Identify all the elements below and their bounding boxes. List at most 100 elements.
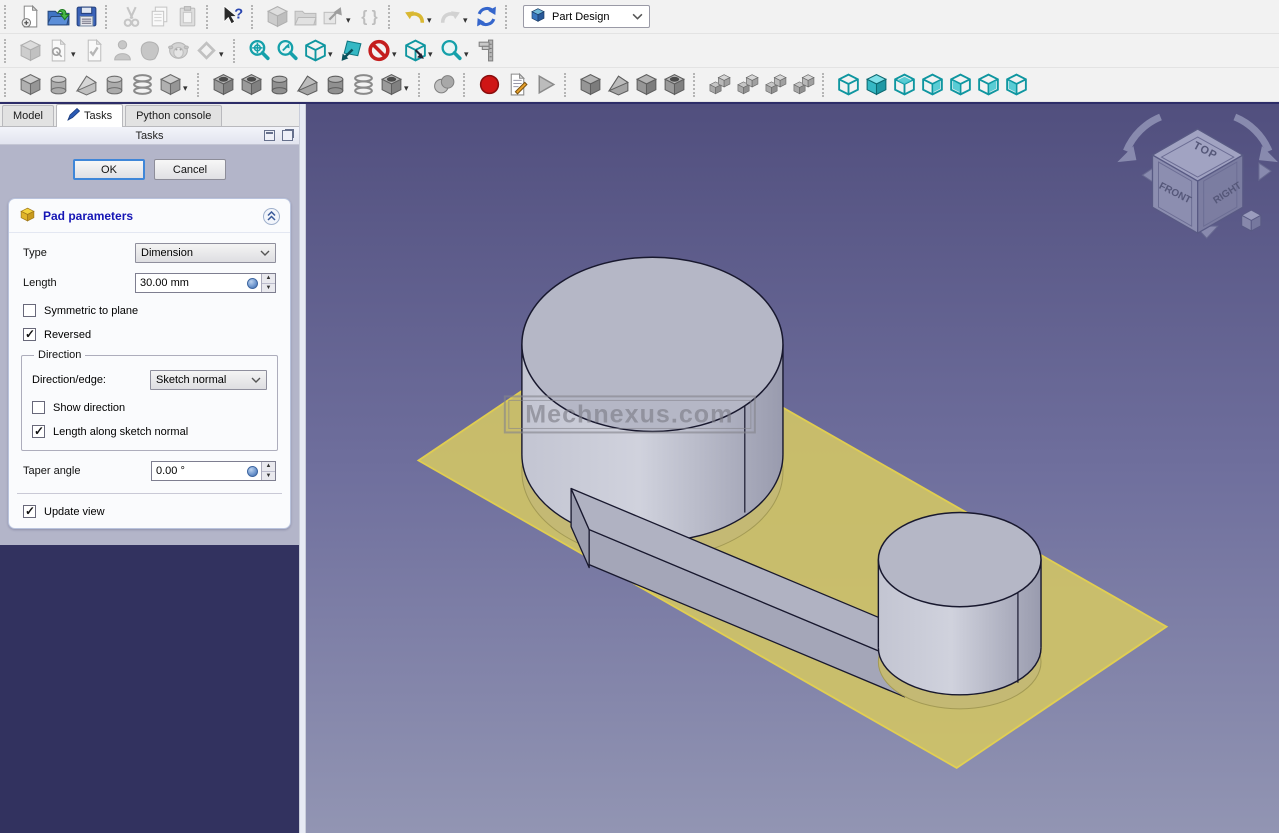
spin-up-icon[interactable]: ▲ [262, 274, 275, 284]
additive-helix-button[interactable] [128, 71, 156, 99]
create-sketch-dropdown-arrow-icon[interactable]: ▾ [71, 49, 80, 60]
toolbar-grip[interactable] [463, 72, 468, 97]
toolbar-grip[interactable] [105, 4, 110, 29]
workbench-selector[interactable]: Part Design [523, 5, 650, 28]
open-file-button[interactable] [44, 3, 72, 31]
toolbar-grip[interactable] [251, 4, 256, 29]
chamfer-button[interactable] [604, 71, 632, 99]
cancel-button[interactable]: Cancel [154, 159, 226, 180]
pocket-button[interactable] [209, 71, 237, 99]
reversed-checkbox[interactable]: Reversed [23, 327, 276, 341]
subtractive-loft-button[interactable] [293, 71, 321, 99]
expression-editor-icon[interactable] [247, 278, 258, 289]
toolbar-grip[interactable] [233, 38, 238, 63]
clipping-plane-button[interactable] [365, 37, 393, 65]
additive-primitive-button[interactable] [156, 71, 184, 99]
toolbar-grip[interactable] [693, 72, 698, 97]
taper-angle-input[interactable]: 0.00 ° ▲ ▼ [151, 461, 276, 481]
dock-panel-icon[interactable] [264, 130, 275, 141]
boolean-operation-button[interactable] [430, 71, 458, 99]
additive-loft-button[interactable] [72, 71, 100, 99]
spin-down-icon[interactable]: ▼ [262, 471, 275, 480]
additive-primitive-dropdown-arrow-icon[interactable]: ▾ [183, 83, 192, 94]
toolbar-grip[interactable] [564, 72, 569, 97]
mirrored-pattern-button[interactable] [733, 71, 761, 99]
spin-up-icon[interactable]: ▲ [262, 462, 275, 472]
redo-dropdown-arrow-icon[interactable]: ▾ [463, 15, 472, 26]
subtractive-helix-button[interactable] [349, 71, 377, 99]
length-along-normal-checkbox[interactable]: Length along sketch normal [32, 424, 255, 438]
tab-model[interactable]: Model [2, 105, 54, 126]
axonometric-view-button[interactable] [301, 37, 329, 65]
save-file-button[interactable] [72, 3, 100, 31]
toolbar-grip[interactable] [206, 4, 211, 29]
toolbar-grip[interactable] [822, 72, 827, 97]
execute-macro-button[interactable] [531, 71, 559, 99]
view-rotate-button[interactable] [401, 37, 429, 65]
toolbar-grip[interactable] [418, 72, 423, 97]
align-to-selection-button[interactable] [337, 37, 365, 65]
view-top-button[interactable] [890, 71, 918, 99]
view-rotate-dropdown-arrow-icon[interactable]: ▾ [428, 49, 437, 60]
fit-all-button[interactable] [245, 37, 273, 65]
view-left-button[interactable] [1002, 71, 1030, 99]
subtractive-primitive-button[interactable] [377, 71, 405, 99]
toolbar-grip[interactable] [4, 72, 9, 97]
direction-edge-select[interactable]: Sketch normal [150, 370, 267, 390]
float-panel-icon[interactable] [282, 130, 293, 141]
3d-viewport[interactable]: Mechnexus.com TOP FRONT RIGHT [306, 104, 1279, 833]
view-rear-button[interactable] [946, 71, 974, 99]
polar-pattern-button[interactable] [761, 71, 789, 99]
tab-tasks[interactable]: Tasks [55, 104, 124, 127]
zoom-button[interactable] [437, 37, 465, 65]
show-direction-checkbox[interactable]: Show direction [32, 401, 255, 414]
groove-button[interactable] [265, 71, 293, 99]
toolbar-grip[interactable] [4, 38, 9, 63]
toolbar-grip[interactable] [4, 4, 9, 29]
length-input[interactable]: 30.00 mm ▲ ▼ [135, 273, 276, 293]
view-bottom-button[interactable] [974, 71, 1002, 99]
type-select[interactable]: Dimension [135, 243, 276, 263]
fillet-button[interactable] [576, 71, 604, 99]
make-link-dropdown-arrow-icon[interactable]: ▾ [346, 15, 355, 26]
subtractive-pipe-button[interactable] [321, 71, 349, 99]
navcube-home-icon[interactable] [1240, 209, 1262, 232]
spin-down-icon[interactable]: ▼ [262, 283, 275, 292]
panel-splitter[interactable] [299, 104, 306, 833]
subtractive-primitive-dropdown-arrow-icon[interactable]: ▾ [404, 83, 413, 94]
multi-transform-button[interactable] [789, 71, 817, 99]
update-view-checkbox[interactable]: Update view [23, 504, 276, 518]
zoom-dropdown-arrow-icon[interactable]: ▾ [464, 49, 473, 60]
toolbar-grip[interactable] [197, 72, 202, 97]
linear-pattern-button[interactable] [705, 71, 733, 99]
fit-selection-button[interactable] [273, 37, 301, 65]
macros-dialog-button[interactable] [503, 71, 531, 99]
additive-pipe-button[interactable] [100, 71, 128, 99]
symmetric-to-plane-checkbox[interactable]: Symmetric to plane [23, 304, 276, 317]
ok-button[interactable]: OK [73, 159, 145, 180]
collapse-section-button[interactable] [263, 207, 280, 225]
create-datum-dropdown-arrow-icon[interactable]: ▾ [219, 49, 228, 60]
pad-button[interactable] [16, 71, 44, 99]
hole-button[interactable] [237, 71, 265, 99]
clipping-plane-dropdown-arrow-icon[interactable]: ▾ [392, 49, 401, 60]
toolbar-grip[interactable] [505, 4, 510, 29]
3d-scene[interactable]: Mechnexus.com TOP FRONT RIGHT [306, 104, 1279, 833]
view-axonometric-button[interactable] [834, 71, 862, 99]
toolbar-grip[interactable] [388, 4, 393, 29]
measure-button[interactable] [473, 37, 501, 65]
refresh-button[interactable] [472, 3, 500, 31]
macro-record-button[interactable] [475, 71, 503, 99]
new-file-button[interactable] [16, 3, 44, 31]
view-front-button[interactable] [862, 71, 890, 99]
thickness-button[interactable] [660, 71, 688, 99]
axonometric-view-dropdown-arrow-icon[interactable]: ▾ [328, 49, 337, 60]
undo-button[interactable] [400, 3, 428, 31]
whats-this-button[interactable]: ? [218, 3, 246, 31]
view-right-button[interactable] [918, 71, 946, 99]
expression-editor-icon[interactable] [247, 466, 258, 477]
draft-button[interactable] [632, 71, 660, 99]
undo-dropdown-arrow-icon[interactable]: ▾ [427, 15, 436, 26]
revolution-button[interactable] [44, 71, 72, 99]
tab-python-console[interactable]: Python console [125, 105, 223, 126]
